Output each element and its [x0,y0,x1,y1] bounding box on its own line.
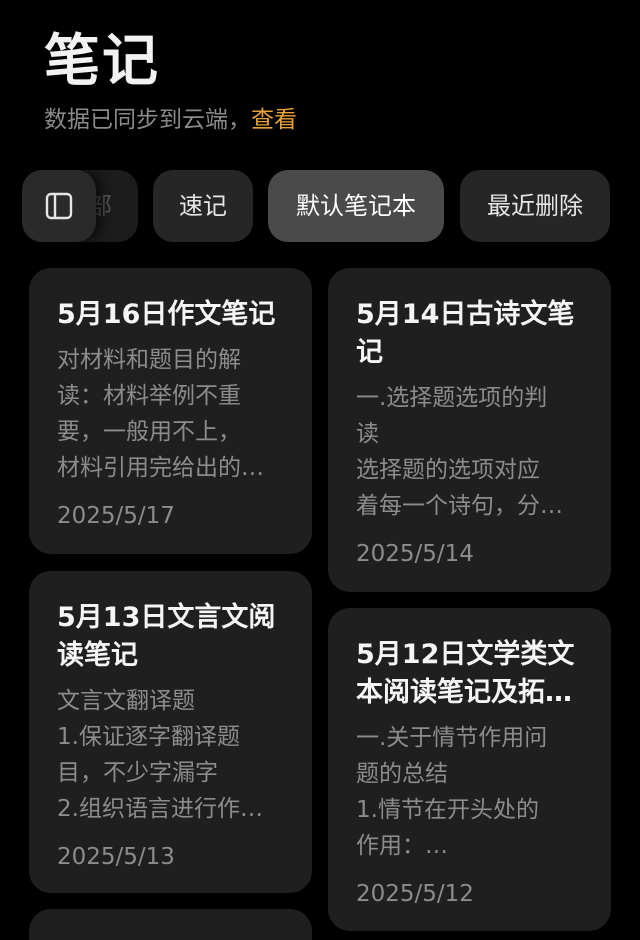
sync-status: 数据已同步到云端，查看 [44,104,297,136]
filter-chip-recently-deleted[interactable]: 最近删除 [460,170,610,242]
note-date: 2025/5/14 [356,541,474,567]
note-preview: 文言文翻译题 1.保证逐字翻译题 目，不少字漏字 2.组织语言进行作… [57,688,263,822]
note-card[interactable]: 5月13日文言文阅 读笔记 文言文翻译题 1.保证逐字翻译题 目，不少字漏字 2… [29,571,312,893]
sidebar-toggle-button[interactable] [22,170,96,242]
filter-chip-quick-notes[interactable]: 速记 [153,170,253,242]
sidebar-panel-icon [45,192,73,220]
note-card[interactable]: 5月14日古诗文笔 记 一.选择题选项的判 读 选择题的选项对应 着每一个诗句，… [328,268,611,592]
note-preview: 一.选择题选项的判 读 选择题的选项对应 着每一个诗句，分… [356,385,563,519]
note-title: 5月13日文言文阅 读笔记 [57,602,276,671]
note-preview: 对材料和题目的解 读：材料举例不重 要，一般用不上， 材料引用完给出的… [57,347,264,481]
sync-status-text: 数据已同步到云端， [44,107,251,133]
notebook-filter-bar: 全部 速记 默认笔记本 最近删除 [0,170,640,242]
sync-view-link[interactable]: 查看 [251,107,297,133]
note-card[interactable]: 5月16日作文笔记 对材料和题目的解 读：材料举例不重 要，一般用不上， 材料引… [29,268,312,554]
note-title: 5月14日古诗文笔 记 [356,299,575,368]
note-date: 2025/5/13 [57,844,175,870]
note-date: 2025/5/12 [356,881,474,907]
notes-page: 笔记 数据已同步到云端，查看 全部 速记 默认笔记本 最近删除 5月16日作文笔… [0,0,640,940]
page-title: 笔记 [44,29,160,94]
note-card-partial[interactable] [29,909,312,940]
note-preview: 一.关于情节作用问 题的总结 1.情节在开头处的 作用：… [356,725,548,859]
note-title: 5月12日文学类文 本阅读笔记及拓… [356,639,575,708]
note-title: 5月16日作文笔记 [57,299,276,330]
note-card[interactable]: 5月12日文学类文 本阅读笔记及拓… 一.关于情节作用问 题的总结 1.情节在开… [328,608,611,931]
note-date: 2025/5/17 [57,503,175,529]
filter-chip-default-notebook[interactable]: 默认笔记本 [268,170,444,242]
